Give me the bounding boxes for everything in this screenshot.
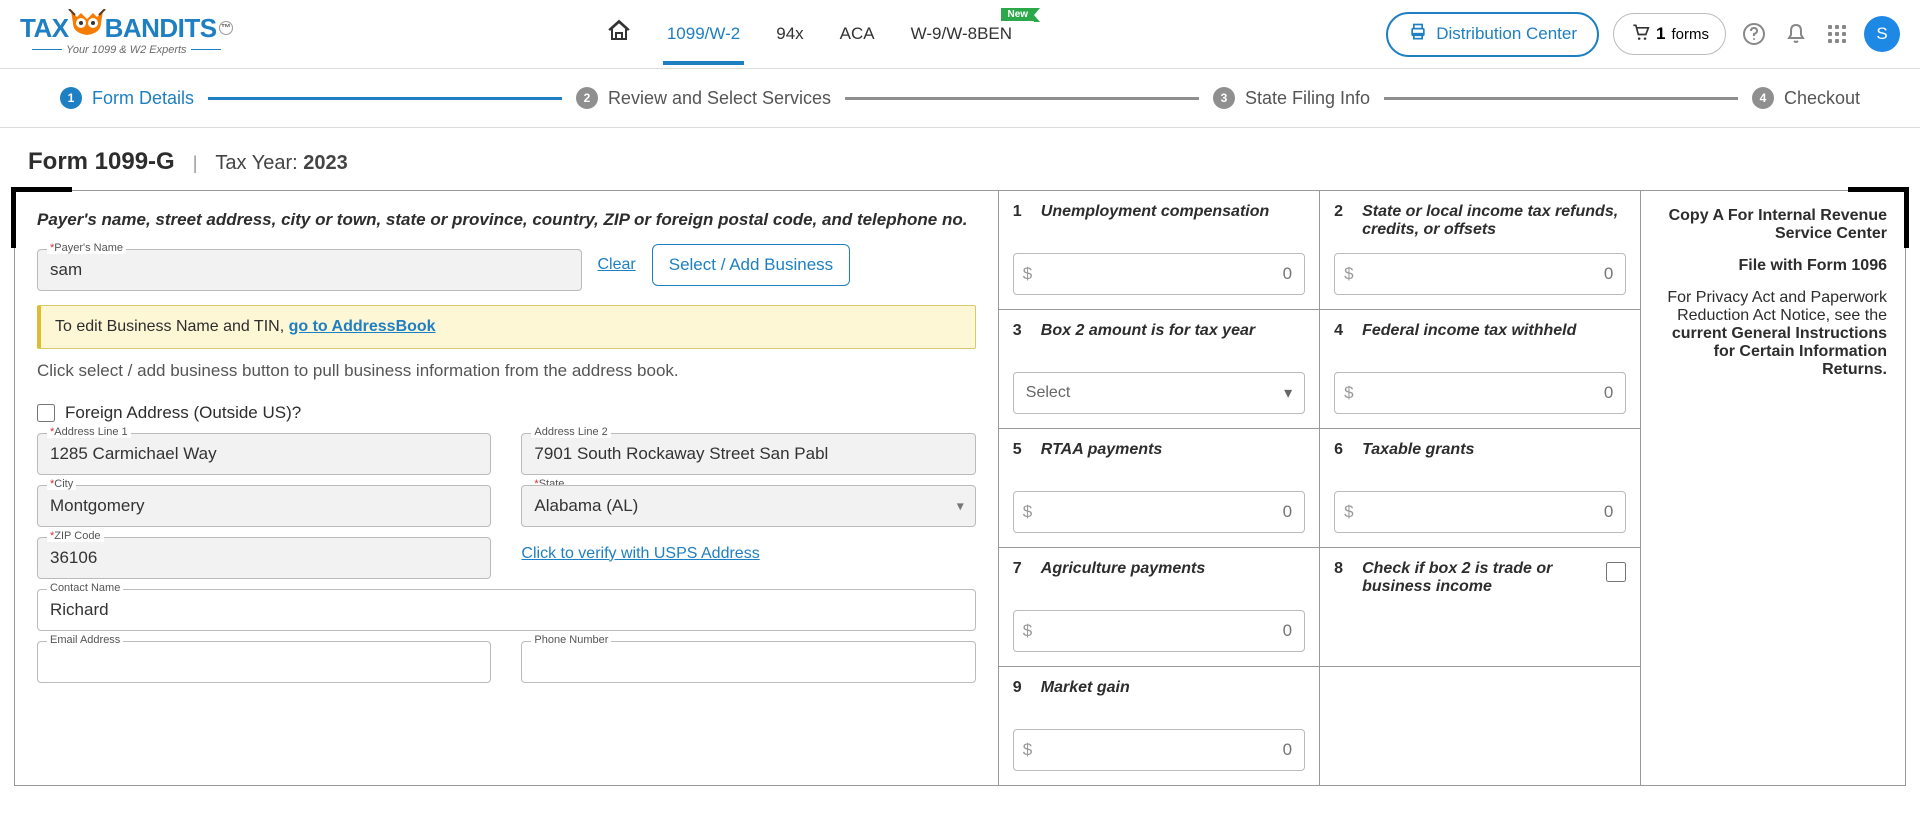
dollar-icon: $ <box>1344 502 1353 522</box>
dollar-icon: $ <box>1344 383 1353 403</box>
box-7-label: Agriculture payments <box>1041 560 1205 600</box>
copy-a-panel: Copy A For Internal Revenue Service Cent… <box>1640 191 1905 785</box>
step-state-filing[interactable]: 3 State Filing Info <box>1213 87 1370 109</box>
box-8-label: Check if box 2 is trade or business inco… <box>1362 560 1594 600</box>
label-city: City <box>47 478 76 490</box>
verify-usps-link[interactable]: Click to verify with USPS Address <box>521 545 759 563</box>
box-1-label: Unemployment compensation <box>1041 203 1269 243</box>
file-1096: File with Form 1096 <box>1659 257 1887 275</box>
form-title: Form 1099-G <box>28 148 175 176</box>
go-to-addressbook-link[interactable]: go to AddressBook <box>289 318 436 335</box>
header-actions: Distribution Center 1 forms S <box>1386 12 1900 57</box>
help-icon[interactable] <box>1740 20 1768 48</box>
dollar-icon: $ <box>1023 264 1032 284</box>
forms-label: forms <box>1671 26 1709 43</box>
dollar-icon: $ <box>1023 740 1032 760</box>
dist-center-label: Distribution Center <box>1436 24 1577 44</box>
label-zip: ZIP Code <box>47 530 104 542</box>
label-addr1: Address Line 1 <box>47 426 131 438</box>
bell-icon[interactable] <box>1782 20 1810 48</box>
step-review-services[interactable]: 2 Review and Select Services <box>576 87 831 109</box>
copy-a-title: Copy A For Internal Revenue Service Cent… <box>1659 207 1887 243</box>
payer-instructions: Payer's name, street address, city or to… <box>37 207 976 233</box>
label-phone: Phone Number <box>531 634 611 646</box>
state-select[interactable] <box>521 485 975 527</box>
contact-name-input[interactable] <box>37 589 976 631</box>
cart-icon <box>1630 22 1650 46</box>
label-addr2: Address Line 2 <box>531 426 610 438</box>
nav-aca[interactable]: ACA <box>836 4 879 64</box>
logo-tax: TAX <box>20 13 69 44</box>
new-badge: New <box>1001 8 1034 21</box>
dollar-icon: $ <box>1023 621 1032 641</box>
box-4-label: Federal income tax withheld <box>1362 322 1576 362</box>
label-payer-name: Payer's Name <box>47 242 126 254</box>
printer-icon <box>1408 22 1428 47</box>
email-input[interactable] <box>37 641 491 683</box>
payer-panel: Payer's name, street address, city or to… <box>15 191 998 785</box>
owl-icon <box>67 9 107 39</box>
step-form-details[interactable]: 1 Form Details <box>60 87 194 109</box>
box-3-select[interactable]: Select▾ <box>1013 372 1305 414</box>
box-4-input[interactable] <box>1334 372 1626 414</box>
dollar-icon: $ <box>1344 264 1353 284</box>
nav-w9-w8ben[interactable]: W-9/W-8BEN New <box>907 4 1016 64</box>
nav-w9-label: W-9/W-8BEN <box>911 24 1012 43</box>
forms-count: 1 <box>1656 24 1665 44</box>
foreign-address-checkbox[interactable]: Foreign Address (Outside US)? <box>37 403 976 423</box>
box-6-input[interactable] <box>1334 491 1626 533</box>
box-8-checkbox[interactable] <box>1606 562 1626 582</box>
box-9-input[interactable] <box>1013 729 1305 771</box>
chevron-down-icon: ▾ <box>1284 383 1292 403</box>
dollar-icon: $ <box>1023 502 1032 522</box>
box-2-label: State or local income tax refunds, credi… <box>1362 203 1626 243</box>
home-icon[interactable] <box>603 0 635 69</box>
label-email: Email Address <box>47 634 123 646</box>
logo-tagline: Your 1099 & W2 Experts <box>20 44 233 56</box>
box-9-label: Market gain <box>1041 679 1130 719</box>
clear-link[interactable]: Clear <box>598 256 636 274</box>
select-add-business-button[interactable]: Select / Add Business <box>652 244 850 286</box>
distribution-center-button[interactable]: Distribution Center <box>1386 12 1599 57</box>
phone-input[interactable] <box>521 641 975 683</box>
payer-name-input[interactable] <box>37 249 582 291</box>
privacy-notice: For Privacy Act and Paperwork Reduction … <box>1659 289 1887 379</box>
box-7-input[interactable] <box>1013 610 1305 652</box>
box-5-input[interactable] <box>1013 491 1305 533</box>
forms-cart-button[interactable]: 1 forms <box>1613 13 1726 55</box>
form-boxes: 1Unemployment compensation $ 2State or l… <box>998 191 1641 785</box>
logo[interactable]: TAX BANDITS ™ Your 1099 & W2 Experts <box>20 13 233 56</box>
box-6-label: Taxable grants <box>1362 441 1474 481</box>
box-1-input[interactable] <box>1013 253 1305 295</box>
box-2-input[interactable] <box>1334 253 1626 295</box>
address-line-1-input[interactable] <box>37 433 491 475</box>
hint-text: Click select / add business button to pu… <box>37 361 976 381</box>
user-avatar[interactable]: S <box>1864 16 1900 52</box>
tax-year: Tax Year: 2023 <box>215 152 347 175</box>
main-nav: 1099/W-2 94x ACA W-9/W-8BEN New <box>603 0 1016 69</box>
addressbook-note: To edit Business Name and TIN, go to Add… <box>37 305 976 349</box>
address-line-2-input[interactable] <box>521 433 975 475</box>
nav-1099-w2[interactable]: 1099/W-2 <box>663 4 744 64</box>
nav-94x[interactable]: 94x <box>772 4 807 64</box>
apps-grid-icon[interactable] <box>1824 21 1850 47</box>
form-area: Form 1099-G | Tax Year: 2023 Payer's nam… <box>0 128 1920 798</box>
box-3-label: Box 2 amount is for tax year <box>1041 322 1255 362</box>
city-input[interactable] <box>37 485 491 527</box>
box-5-label: RTAA payments <box>1041 441 1163 481</box>
step-checkout[interactable]: 4 Checkout <box>1752 87 1860 109</box>
label-contact: Contact Name <box>47 582 123 594</box>
logo-bandits: BANDITS <box>105 13 217 44</box>
trademark-icon: ™ <box>219 21 233 35</box>
zip-input[interactable] <box>37 537 491 579</box>
progress-stepper: 1 Form Details 2 Review and Select Servi… <box>0 69 1920 128</box>
top-header: TAX BANDITS ™ Your 1099 & W2 Experts 109… <box>0 0 1920 69</box>
